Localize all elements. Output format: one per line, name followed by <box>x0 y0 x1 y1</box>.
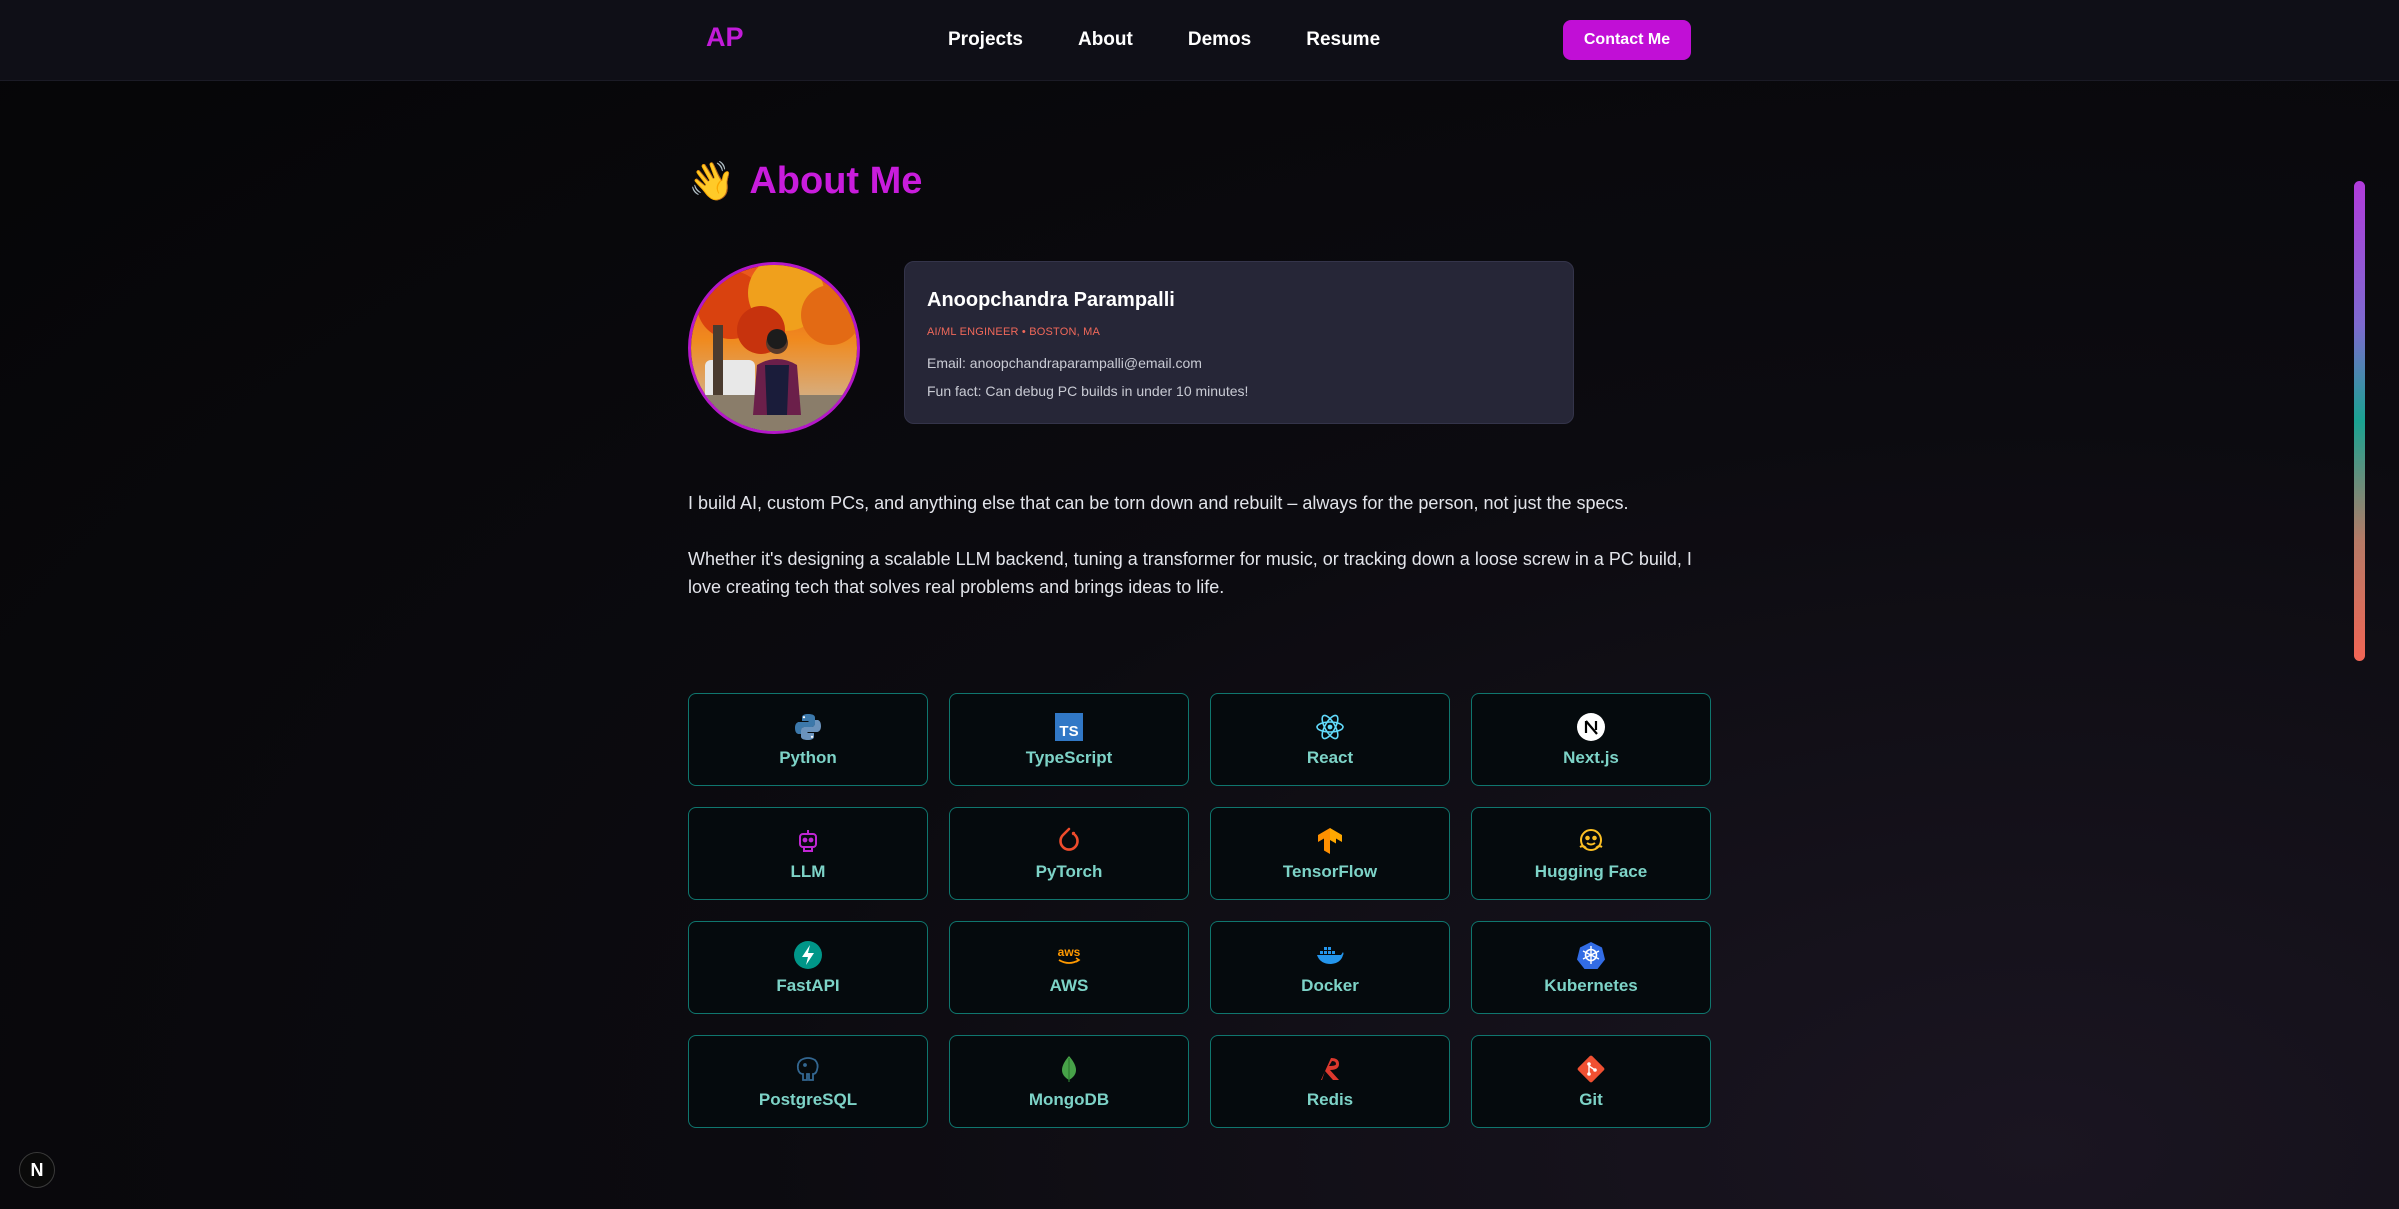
skill-card-aws[interactable]: aws AWS <box>949 921 1189 1014</box>
skill-label: Git <box>1579 1089 1603 1109</box>
nextjs-icon <box>1576 712 1606 742</box>
skill-card-fastapi[interactable]: FastAPI <box>688 921 928 1014</box>
top-nav: AP Projects About Demos Resume Contact M… <box>0 0 2399 81</box>
scroll-progress-bar <box>2354 181 2365 661</box>
redis-icon <box>1315 1054 1345 1084</box>
profile-email: Email: anoopchandraparampalli@email.com <box>927 355 1202 371</box>
profile-fun-fact: Fun fact: Can debug PC builds in under 1… <box>927 383 1249 399</box>
kubernetes-icon <box>1576 940 1606 970</box>
python-icon <box>793 712 823 742</box>
skill-label: Docker <box>1301 975 1359 995</box>
hugging-face-icon <box>1576 826 1606 856</box>
pytorch-icon <box>1054 826 1084 856</box>
fastapi-icon <box>793 940 823 970</box>
profile-role: AI/ML ENGINEER • BOSTON, MA <box>927 326 1101 338</box>
avatar <box>688 262 860 434</box>
skill-label: Hugging Face <box>1534 861 1648 881</box>
skill-card-hugging-face[interactable]: Hugging Face <box>1471 807 1711 900</box>
profile-name: Anoopchandra Parampalli <box>927 289 1175 311</box>
nav-links: Projects About Demos Resume <box>948 0 1380 80</box>
skill-card-tensorflow[interactable]: TensorFlow <box>1210 807 1450 900</box>
svg-text:TS: TS <box>1059 723 1078 740</box>
skill-label: Python <box>779 747 837 767</box>
profile-card: Anoopchandra Parampalli AI/ML ENGINEER •… <box>904 261 1574 424</box>
skill-card-mongodb[interactable]: MongoDB <box>949 1035 1189 1128</box>
skill-card-nextjs[interactable]: Next.js <box>1471 693 1711 786</box>
skill-label: Kubernetes <box>1544 975 1638 995</box>
skill-label: PostgreSQL <box>758 1089 858 1109</box>
skill-label: PyTorch <box>1035 861 1103 881</box>
contact-me-button[interactable]: Contact Me <box>1563 20 1691 60</box>
skill-label: AWS <box>1049 975 1089 995</box>
react-icon <box>1315 712 1345 742</box>
skill-label: TensorFlow <box>1282 861 1378 881</box>
nav-link-projects[interactable]: Projects <box>948 29 1023 51</box>
nav-link-resume[interactable]: Resume <box>1306 29 1380 51</box>
svg-text:aws: aws <box>1058 945 1081 959</box>
tensorflow-icon <box>1315 826 1345 856</box>
aws-icon: aws <box>1054 940 1084 970</box>
skill-card-kubernetes[interactable]: Kubernetes <box>1471 921 1711 1014</box>
skill-label: FastAPI <box>776 975 840 995</box>
page-title: About Me <box>749 160 923 202</box>
nav-link-about[interactable]: About <box>1078 29 1133 51</box>
mongodb-icon <box>1054 1054 1084 1084</box>
skill-label: Next.js <box>1563 747 1619 767</box>
skills-grid: Python TS TypeScript React Next.js LLM P… <box>688 693 1712 1128</box>
skill-card-postgresql[interactable]: PostgreSQL <box>688 1035 928 1128</box>
skill-label: Redis <box>1306 1089 1354 1109</box>
docker-icon <box>1315 940 1345 970</box>
postgresql-icon <box>793 1054 823 1084</box>
skill-card-python[interactable]: Python <box>688 693 928 786</box>
skill-card-llm[interactable]: LLM <box>688 807 928 900</box>
nextjs-dev-indicator-icon[interactable]: N <box>19 1152 55 1188</box>
skill-card-react[interactable]: React <box>1210 693 1450 786</box>
typescript-icon: TS <box>1054 712 1084 742</box>
skill-label: React <box>1306 747 1354 767</box>
skill-card-git[interactable]: Git <box>1471 1035 1711 1128</box>
skill-card-redis[interactable]: Redis <box>1210 1035 1450 1128</box>
skill-label: LLM <box>790 861 826 881</box>
skill-label: MongoDB <box>1028 1089 1110 1109</box>
robot-icon <box>793 826 823 856</box>
skill-card-docker[interactable]: Docker <box>1210 921 1450 1014</box>
bio-paragraph: I build AI, custom PCs, and anything els… <box>688 493 1629 513</box>
waving-hand-icon: 👋 <box>688 160 736 203</box>
bio-paragraph: Whether it's designing a scalable LLM ba… <box>688 549 1692 597</box>
skill-card-pytorch[interactable]: PyTorch <box>949 807 1189 900</box>
nav-link-demos[interactable]: Demos <box>1188 29 1251 51</box>
profile-photo-icon <box>691 265 857 431</box>
skill-label: TypeScript <box>1025 747 1113 767</box>
about-heading: 👋 About Me <box>688 160 922 203</box>
skill-card-typescript[interactable]: TS TypeScript <box>949 693 1189 786</box>
git-icon <box>1576 1054 1606 1084</box>
site-logo[interactable]: AP <box>706 22 744 53</box>
